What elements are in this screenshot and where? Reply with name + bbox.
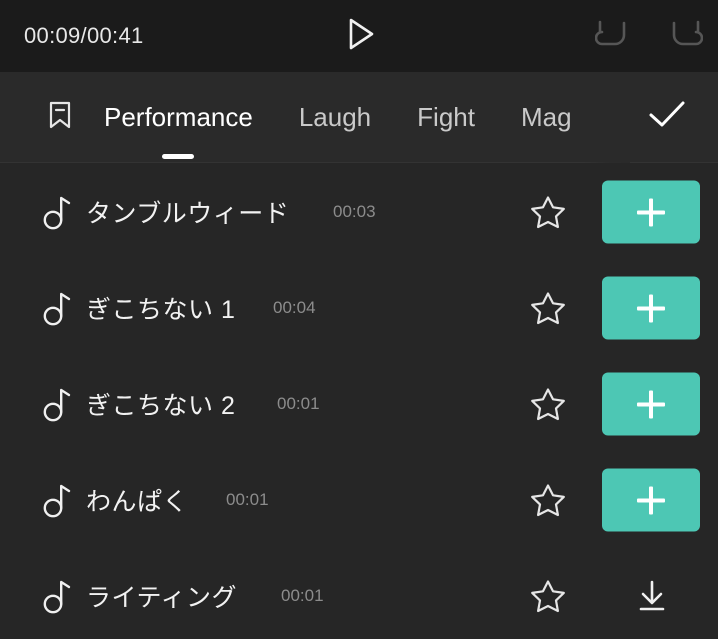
- favorites-bookmark-button[interactable]: [40, 97, 80, 137]
- favorite-star-button[interactable]: [525, 573, 571, 619]
- active-tab-indicator: [530, 154, 562, 159]
- music-note-icon: [40, 289, 74, 327]
- bookmark-icon: [45, 99, 75, 136]
- active-tab-indicator: [430, 154, 462, 159]
- tab-fight[interactable]: Fight: [417, 72, 475, 163]
- add-track-button[interactable]: [602, 276, 700, 340]
- music-note-icon: [40, 385, 74, 423]
- track-title: タンブルウィード: [86, 200, 290, 228]
- plus-icon-vertical: [649, 198, 653, 226]
- active-tab-indicator: [162, 154, 195, 159]
- tab-label: Mag: [520, 102, 572, 132]
- add-track-button[interactable]: [602, 372, 700, 436]
- favorite-star-button[interactable]: [525, 381, 571, 427]
- table-row[interactable]: ぎこちない 1 00:04: [0, 260, 718, 356]
- table-row[interactable]: ライティング 00:01: [0, 548, 718, 639]
- tabs-scroller[interactable]: Performance Laugh Fight Mag: [104, 72, 630, 163]
- tab-performance[interactable]: Performance: [104, 72, 253, 163]
- table-row[interactable]: ぎこちない 2 00:01: [0, 356, 718, 452]
- confirm-button[interactable]: [640, 93, 694, 141]
- tab-label: Fight: [417, 102, 475, 132]
- track-duration: 00:03: [333, 202, 376, 221]
- playback-time-label: 00:09/00:41: [24, 23, 144, 48]
- tab-magic[interactable]: Mag: [521, 72, 572, 163]
- track-duration: 00:01: [277, 394, 320, 413]
- audio-library-screen: 00:09/00:41 Performance Laugh Fight Mag …: [0, 0, 718, 639]
- tabs-row: Performance Laugh Fight Mag: [104, 72, 618, 163]
- add-track-button[interactable]: [602, 468, 700, 532]
- tab-label: Performance: [104, 102, 253, 132]
- undo-button[interactable]: [592, 14, 636, 58]
- check-icon: [646, 98, 688, 137]
- table-row[interactable]: わんぱく 00:01: [0, 452, 718, 548]
- track-title: わんぱく: [86, 488, 189, 516]
- track-duration: 00:04: [273, 298, 316, 317]
- download-track-button[interactable]: [628, 572, 676, 620]
- tab-laugh[interactable]: Laugh: [299, 72, 371, 163]
- redo-icon: [665, 17, 704, 56]
- music-note-icon: [40, 193, 74, 231]
- redo-button[interactable]: [662, 14, 706, 58]
- category-tab-bar: Performance Laugh Fight Mag: [0, 72, 718, 163]
- table-row[interactable]: タンブルウィード 00:03: [0, 164, 718, 260]
- track-duration: 00:01: [281, 586, 324, 605]
- undo-icon: [594, 17, 633, 56]
- tab-label: Laugh: [298, 102, 372, 132]
- play-button[interactable]: [339, 14, 383, 58]
- track-title: ぎこちない 2: [86, 392, 236, 420]
- add-track-button[interactable]: [602, 180, 700, 244]
- plus-icon-vertical: [649, 486, 653, 514]
- music-note-icon: [40, 481, 74, 519]
- track-title: ライティング: [86, 584, 238, 612]
- plus-icon-vertical: [649, 390, 653, 418]
- play-icon: [344, 16, 378, 57]
- music-note-icon: [40, 577, 74, 615]
- plus-icon-vertical: [649, 294, 653, 322]
- favorite-star-button[interactable]: [525, 189, 571, 235]
- active-tab-indicator: [319, 154, 351, 159]
- favorite-star-button[interactable]: [525, 285, 571, 331]
- track-title: ぎこちない 1: [86, 296, 236, 324]
- sound-list[interactable]: タンブルウィード 00:03 ぎこちない 1 00:04 ぎこちない 2 00:…: [0, 164, 718, 639]
- track-duration: 00:01: [226, 490, 269, 509]
- transport-bar: 00:09/00:41: [0, 0, 718, 72]
- favorite-star-button[interactable]: [525, 477, 571, 523]
